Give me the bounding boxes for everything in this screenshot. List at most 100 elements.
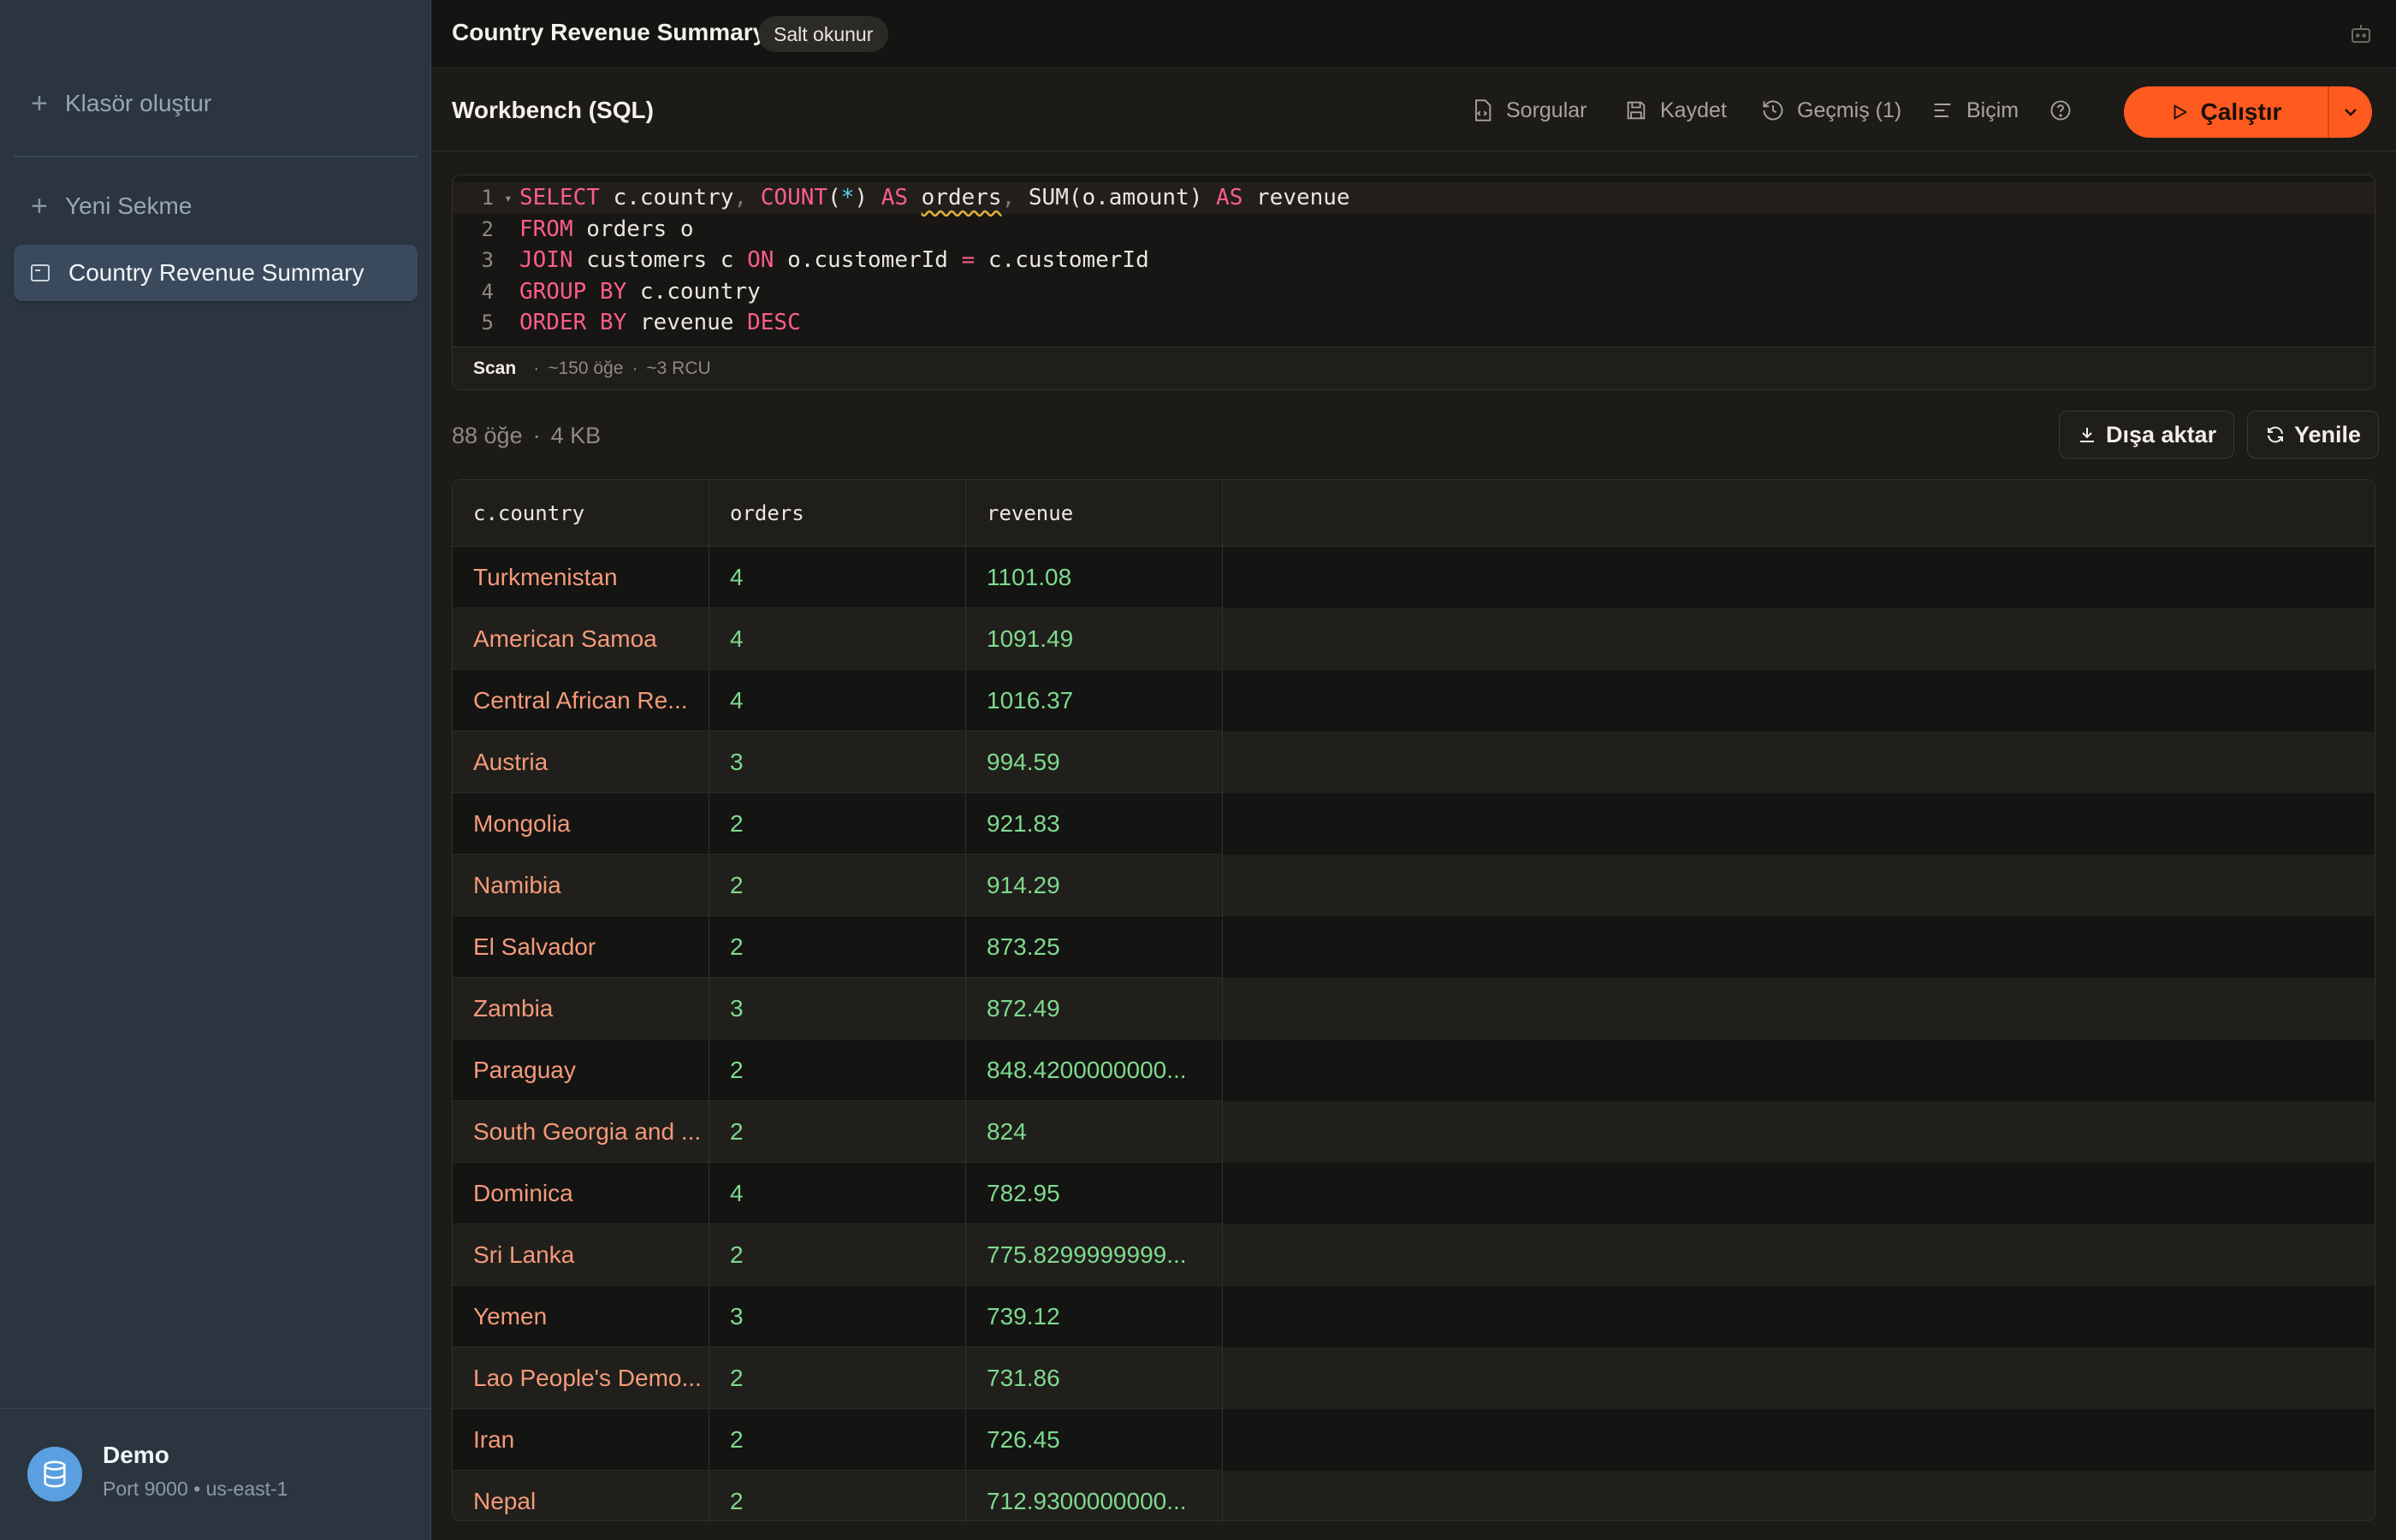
refresh-icon: [2268, 426, 2283, 443]
cell-orders[interactable]: 3: [709, 732, 966, 793]
cell-revenue[interactable]: 1101.08: [966, 547, 1223, 608]
cell-revenue[interactable]: 775.8299999999...: [966, 1224, 1223, 1286]
cell-country[interactable]: El Salvador: [453, 916, 709, 978]
table-row[interactable]: Sri Lanka 2 775.8299999999...: [453, 1224, 2375, 1286]
queries-label: Sorgular: [1506, 98, 1587, 122]
cell-revenue[interactable]: 824: [966, 1101, 1223, 1163]
cell-revenue[interactable]: 1016.37: [966, 670, 1223, 732]
history-button[interactable]: Geçmiş (1): [1761, 95, 1901, 126]
code-line[interactable]: 3 JOIN customers c ON o.customerId = c.c…: [453, 245, 2375, 276]
cell-orders[interactable]: 4: [709, 608, 966, 670]
cell-orders[interactable]: 4: [709, 547, 966, 608]
table-row[interactable]: Lao People's Demo... 2 731.86: [453, 1348, 2375, 1409]
cell-country[interactable]: Dominica: [453, 1163, 709, 1224]
table-row[interactable]: Nepal 2 712.9300000000...: [453, 1471, 2375, 1520]
cell-orders[interactable]: 2: [709, 793, 966, 855]
table-row[interactable]: American Samoa 4 1091.49: [453, 608, 2375, 670]
create-folder-button[interactable]: + Klasör oluştur: [14, 75, 418, 132]
sidebar-tab-country-revenue-summary[interactable]: Country Revenue Summary: [14, 245, 418, 301]
cell-country[interactable]: Yemen: [453, 1286, 709, 1348]
table-row[interactable]: El Salvador 2 873.25: [453, 916, 2375, 978]
code-area[interactable]: 1 ▾ SELECT c.country, COUNT(*) AS orders…: [453, 182, 2375, 339]
cell-revenue[interactable]: 739.12: [966, 1286, 1223, 1348]
cell-orders[interactable]: 2: [709, 1224, 966, 1286]
cell-orders[interactable]: 2: [709, 1040, 966, 1101]
cell-country[interactable]: Mongolia: [453, 793, 709, 855]
run-button[interactable]: Çalıştır: [2124, 86, 2328, 138]
top-bar: Country Revenue Summary Salt okunur: [431, 0, 2396, 68]
cell-country[interactable]: Iran: [453, 1409, 709, 1471]
table-row[interactable]: Namibia 2 914.29: [453, 855, 2375, 916]
table-row[interactable]: Austria 3 994.59: [453, 732, 2375, 793]
cell-revenue[interactable]: 1091.49: [966, 608, 1223, 670]
cell-revenue[interactable]: 848.4200000000...: [966, 1040, 1223, 1101]
cell-orders[interactable]: 4: [709, 1163, 966, 1224]
table-row[interactable]: Paraguay 2 848.4200000000...: [453, 1040, 2375, 1101]
column-header-orders[interactable]: orders: [709, 480, 966, 547]
download-icon: [2080, 428, 2094, 442]
connection-footer[interactable]: Demo Port 9000 • us-east-1: [0, 1408, 431, 1540]
cell-country[interactable]: Namibia: [453, 855, 709, 916]
table-row[interactable]: Dominica 4 782.95: [453, 1163, 2375, 1224]
cell-orders[interactable]: 3: [709, 1286, 966, 1348]
cell-orders[interactable]: 2: [709, 1471, 966, 1520]
cell-orders[interactable]: 3: [709, 978, 966, 1040]
table-row[interactable]: Central African Re... 4 1016.37: [453, 670, 2375, 732]
cell-orders[interactable]: 2: [709, 1409, 966, 1471]
cell-revenue[interactable]: 921.83: [966, 793, 1223, 855]
cell-revenue[interactable]: 914.29: [966, 855, 1223, 916]
cell-revenue[interactable]: 872.49: [966, 978, 1223, 1040]
cell-revenue[interactable]: 731.86: [966, 1348, 1223, 1409]
table-row[interactable]: Turkmenistan 4 1101.08: [453, 547, 2375, 608]
assistant-bot-icon[interactable]: [2348, 21, 2374, 46]
fold-arrow-icon[interactable]: ▾: [504, 190, 519, 206]
cell-orders[interactable]: 2: [709, 1348, 966, 1409]
format-button[interactable]: Biçim: [1930, 95, 2019, 126]
cell-orders[interactable]: 2: [709, 1101, 966, 1163]
results-table: c.country orders revenue Turkmenistan 4 11…: [452, 479, 2375, 1521]
cell-orders[interactable]: 4: [709, 670, 966, 732]
cell-country[interactable]: Paraguay: [453, 1040, 709, 1101]
code-line[interactable]: 1 ▾ SELECT c.country, COUNT(*) AS orders…: [453, 182, 2375, 214]
cell-country[interactable]: Austria: [453, 732, 709, 793]
code-line[interactable]: 2 FROM orders o: [453, 214, 2375, 246]
run-button-group: Çalıştır: [2124, 86, 2372, 138]
table-row[interactable]: Zambia 3 872.49: [453, 978, 2375, 1040]
table-row[interactable]: South Georgia and ... 2 824: [453, 1101, 2375, 1163]
table-row[interactable]: Iran 2 726.45: [453, 1409, 2375, 1471]
column-header-revenue[interactable]: revenue: [966, 480, 1223, 547]
cell-orders[interactable]: 2: [709, 855, 966, 916]
sql-editor[interactable]: 1 ▾ SELECT c.country, COUNT(*) AS orders…: [452, 175, 2375, 390]
cell-country[interactable]: South Georgia and ...: [453, 1101, 709, 1163]
code-line[interactable]: 4 GROUP BY c.country: [453, 276, 2375, 308]
new-tab-button[interactable]: + Yeni Sekme: [14, 178, 418, 234]
cell-country[interactable]: Zambia: [453, 978, 709, 1040]
cell-country[interactable]: Central African Re...: [453, 670, 709, 732]
cell-revenue[interactable]: 712.9300000000...: [966, 1471, 1223, 1520]
cell-revenue[interactable]: 726.45: [966, 1409, 1223, 1471]
cell-revenue[interactable]: 873.25: [966, 916, 1223, 978]
table-row[interactable]: Mongolia 2 921.83: [453, 793, 2375, 855]
queries-button[interactable]: Sorgular: [1470, 95, 1587, 126]
help-button[interactable]: [2049, 95, 2085, 126]
cell-country[interactable]: Nepal: [453, 1471, 709, 1520]
sidebar-divider: [14, 156, 418, 157]
run-options-button[interactable]: [2328, 86, 2372, 138]
table-header: c.country orders revenue: [453, 480, 2375, 547]
code-line[interactable]: 5 ORDER BY revenue DESC: [453, 307, 2375, 339]
line-number: 1: [481, 186, 494, 210]
refresh-button[interactable]: Yenile: [2247, 411, 2380, 459]
cell-revenue[interactable]: 994.59: [966, 732, 1223, 793]
export-button[interactable]: Dışa aktar: [2059, 411, 2235, 459]
cell-country[interactable]: Sri Lanka: [453, 1224, 709, 1286]
cell-country[interactable]: American Samoa: [453, 608, 709, 670]
cell-revenue[interactable]: 782.95: [966, 1163, 1223, 1224]
cell-orders[interactable]: 2: [709, 916, 966, 978]
column-header-country[interactable]: c.country: [453, 480, 709, 547]
cell-country[interactable]: Turkmenistan: [453, 547, 709, 608]
table-row[interactable]: Yemen 3 739.12: [453, 1286, 2375, 1348]
estimated-items: ~150 öğe: [548, 358, 624, 378]
cell-country[interactable]: Lao People's Demo...: [453, 1348, 709, 1409]
save-button[interactable]: Kaydet: [1624, 95, 1727, 126]
plus-icon: +: [31, 87, 48, 120]
